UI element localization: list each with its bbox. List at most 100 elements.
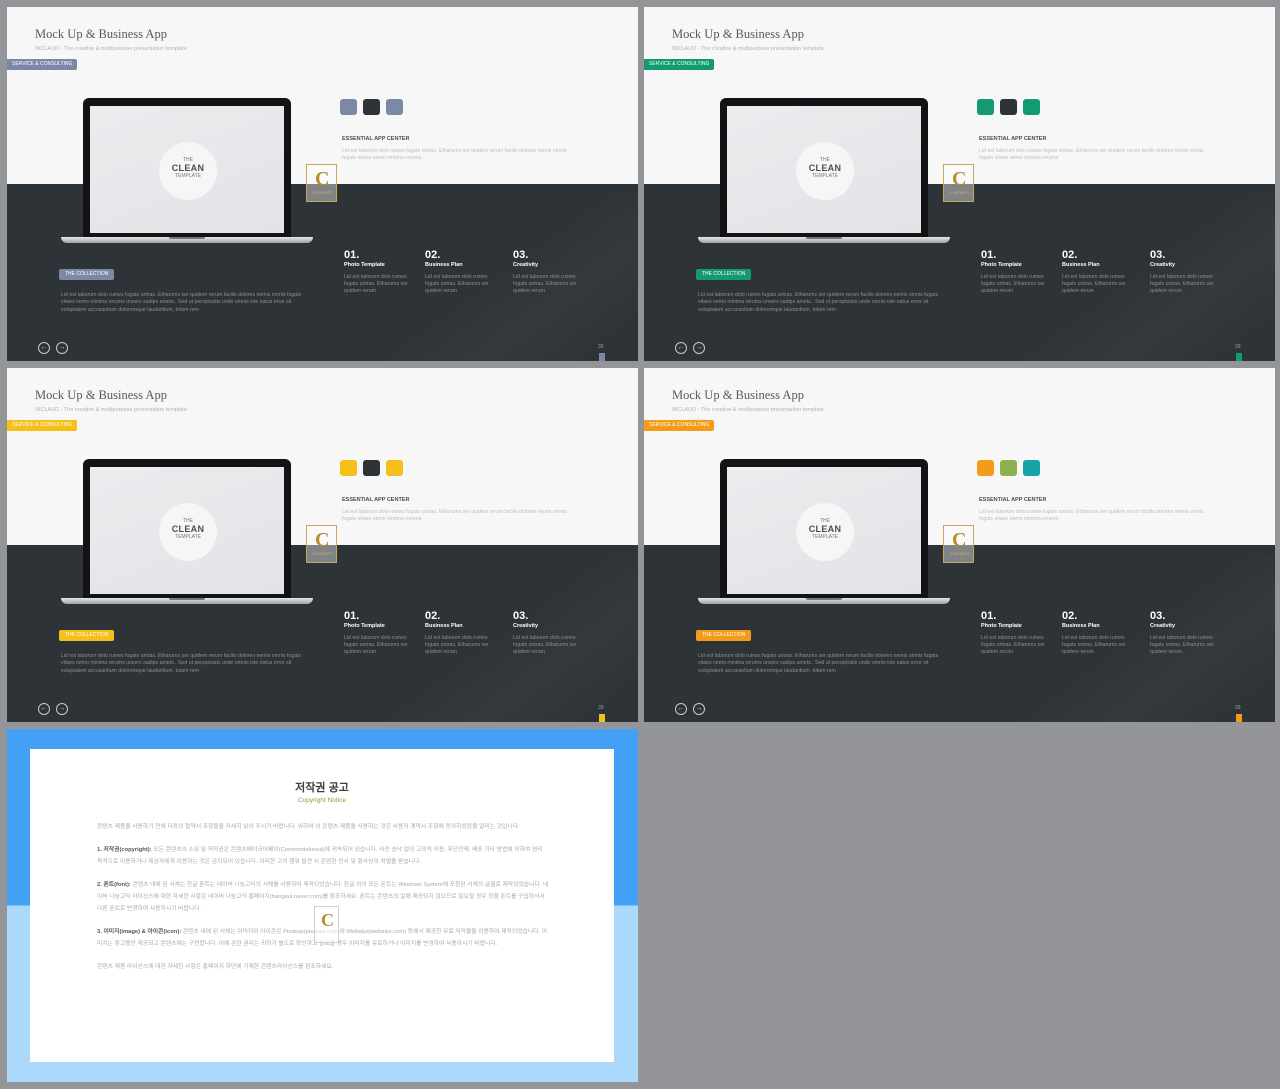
laptop-notch [169, 237, 205, 239]
app-center-heading: ESSENTIAL APP CENTER [342, 497, 410, 503]
feature-label: Photo Template [344, 623, 385, 629]
slide-subtitle: INCLAUD - The creative & multipurpose pr… [35, 46, 187, 52]
collection-tag: THE COLLECTION [696, 269, 752, 280]
prev-arrow-icon[interactable]: ← [675, 703, 687, 715]
feature-text: Lid est laborum dolo rumes fugats untras… [981, 635, 1045, 655]
copyright-notice-slide[interactable]: 저작권 공고 Copyright Notice 콘텐츠 제품을 사용하기 전에 … [7, 729, 638, 1082]
page-marker [1236, 353, 1242, 361]
color-swatch [1000, 460, 1017, 476]
clean-template-badge: THE CLEAN TEMPLATE [159, 503, 217, 561]
feature-label: Creativity [1150, 623, 1176, 629]
badge-line-2: CLEAN [808, 163, 842, 173]
prev-arrow-icon[interactable]: ← [38, 342, 50, 354]
logo-text: CONTENTS [312, 191, 333, 195]
contents-logo: C [314, 906, 339, 943]
logo-c-icon: C [315, 529, 330, 551]
next-arrow-icon[interactable]: → [693, 342, 705, 354]
color-swatch [386, 99, 403, 115]
color-swatch [1023, 460, 1040, 476]
slide-title: Mock Up & Business App [672, 27, 804, 41]
service-tag: SERVICE & CONSULTING [644, 420, 715, 431]
app-center-text: Lid est laborum dolo rumes fugats untras… [979, 148, 1204, 161]
feature-number: 03. [1150, 249, 1166, 261]
feature-label: Creativity [1150, 262, 1176, 268]
laptop-mockup: THE CLEAN TEMPLATE [61, 459, 313, 604]
logo-text: CONTENTS [949, 191, 970, 195]
page-marker [599, 353, 605, 361]
collection-text: Lid est laborum dolo rumes fugats untras… [61, 292, 302, 313]
feature-text: Lid est laborum dolo rumes fugats untras… [1150, 274, 1214, 294]
feature-item: 01. Photo Template Lid est laborum dolo … [344, 249, 414, 295]
color-swatch [340, 460, 357, 476]
collection-text: Lid est laborum dolo rumes fugats untras… [61, 653, 302, 674]
feature-item: 02. Business Plan Lid est laborum dolo r… [425, 610, 495, 656]
feature-text: Lid est laborum dolo rumes fugats untras… [344, 274, 408, 294]
color-swatch [1000, 99, 1017, 115]
feature-text: Lid est laborum dolo rumes fugats untras… [1062, 274, 1126, 294]
feature-text: Lid est laborum dolo rumes fugats untras… [513, 635, 577, 655]
prev-arrow-icon[interactable]: ← [38, 703, 50, 715]
laptop-notch [806, 237, 842, 239]
slide-thumbnail[interactable]: Mock Up & Business App INCLAUD - The cre… [644, 368, 1275, 722]
next-arrow-icon[interactable]: → [56, 703, 68, 715]
feature-text: Lid est laborum dolo rumes fugats untras… [344, 635, 408, 655]
page-marker [1236, 714, 1242, 722]
badge-line-3: TEMPLATE [811, 173, 839, 179]
next-arrow-icon[interactable]: → [56, 342, 68, 354]
section-heading: 3. 이미지(image) & 아이콘(icon): [97, 929, 182, 935]
contents-logo: C CONTENTS [306, 164, 337, 202]
feature-number: 02. [425, 610, 441, 622]
badge-line-3: TEMPLATE [811, 534, 839, 540]
feature-item: 01. Photo Template Lid est laborum dolo … [981, 610, 1051, 656]
feature-label: Business Plan [425, 623, 463, 629]
feature-label: Creativity [513, 262, 539, 268]
color-swatch [977, 460, 994, 476]
feature-label: Business Plan [1062, 623, 1100, 629]
badge-line-2: CLEAN [171, 524, 205, 534]
slide-title: Mock Up & Business App [35, 388, 167, 402]
feature-text: Lid est laborum dolo rumes fugats untras… [513, 274, 577, 294]
badge-line-3: TEMPLATE [174, 173, 202, 179]
feature-item: 03. Creativity Lid est laborum dolo rume… [1150, 610, 1220, 656]
slide-thumbnail[interactable]: Mock Up & Business App INCLAUD - The cre… [644, 7, 1275, 361]
contents-logo: C CONTENTS [306, 525, 337, 563]
notice-card: 저작권 공고 Copyright Notice 콘텐츠 제품을 사용하기 전에 … [30, 749, 614, 1062]
feature-label: Photo Template [344, 262, 385, 268]
slide-subtitle: INCLAUD - The creative & multipurpose pr… [672, 46, 824, 52]
color-swatch [363, 460, 380, 476]
slide-thumbnail[interactable]: Mock Up & Business App INCLAUD - The cre… [7, 7, 638, 361]
laptop-screen: THE CLEAN TEMPLATE [90, 467, 284, 594]
clean-template-badge: THE CLEAN TEMPLATE [796, 142, 854, 200]
slide-title: Mock Up & Business App [672, 388, 804, 402]
clean-template-badge: THE CLEAN TEMPLATE [159, 142, 217, 200]
collection-text: Lid est laborum dolo rumes fugats untras… [698, 653, 939, 674]
slide-title: Mock Up & Business App [35, 27, 167, 41]
logo-text: CONTENTS [949, 552, 970, 556]
next-arrow-icon[interactable]: → [693, 703, 705, 715]
color-swatch [977, 99, 994, 115]
app-center-heading: ESSENTIAL APP CENTER [979, 497, 1047, 503]
color-swatches [977, 99, 1040, 115]
logo-text: CONTENTS [312, 552, 333, 556]
feature-number: 01. [344, 610, 360, 622]
color-swatch [386, 460, 403, 476]
notice-subtitle: Copyright Notice [297, 797, 347, 804]
feature-text: Lid est laborum dolo rumes fugats untras… [981, 274, 1045, 294]
page-number: 39 [1235, 344, 1241, 350]
notice-body: 콘텐츠 제품을 사용하기 전에 다음의 협약서 조항들을 자세히 읽어 주시기 … [97, 821, 549, 984]
feature-text: Lid est laborum dolo rumes fugats untras… [425, 274, 489, 294]
feature-label: Business Plan [425, 262, 463, 268]
service-tag: SERVICE & CONSULTING [7, 59, 78, 70]
color-swatch [363, 99, 380, 115]
app-center-text: Lid est laborum dolo rumes fugats untras… [979, 509, 1204, 522]
slide-thumbnail[interactable]: Mock Up & Business App INCLAUD - The cre… [7, 368, 638, 722]
feature-number: 01. [981, 610, 997, 622]
logo-c-icon: C [952, 168, 967, 190]
laptop-screen: THE CLEAN TEMPLATE [727, 106, 921, 233]
laptop-bezel: THE CLEAN TEMPLATE [83, 459, 291, 598]
feature-number: 02. [1062, 249, 1078, 261]
service-tag: SERVICE & CONSULTING [7, 420, 78, 431]
clean-template-badge: THE CLEAN TEMPLATE [796, 503, 854, 561]
prev-arrow-icon[interactable]: ← [675, 342, 687, 354]
feature-text: Lid est laborum dolo rumes fugats untras… [1150, 635, 1214, 655]
